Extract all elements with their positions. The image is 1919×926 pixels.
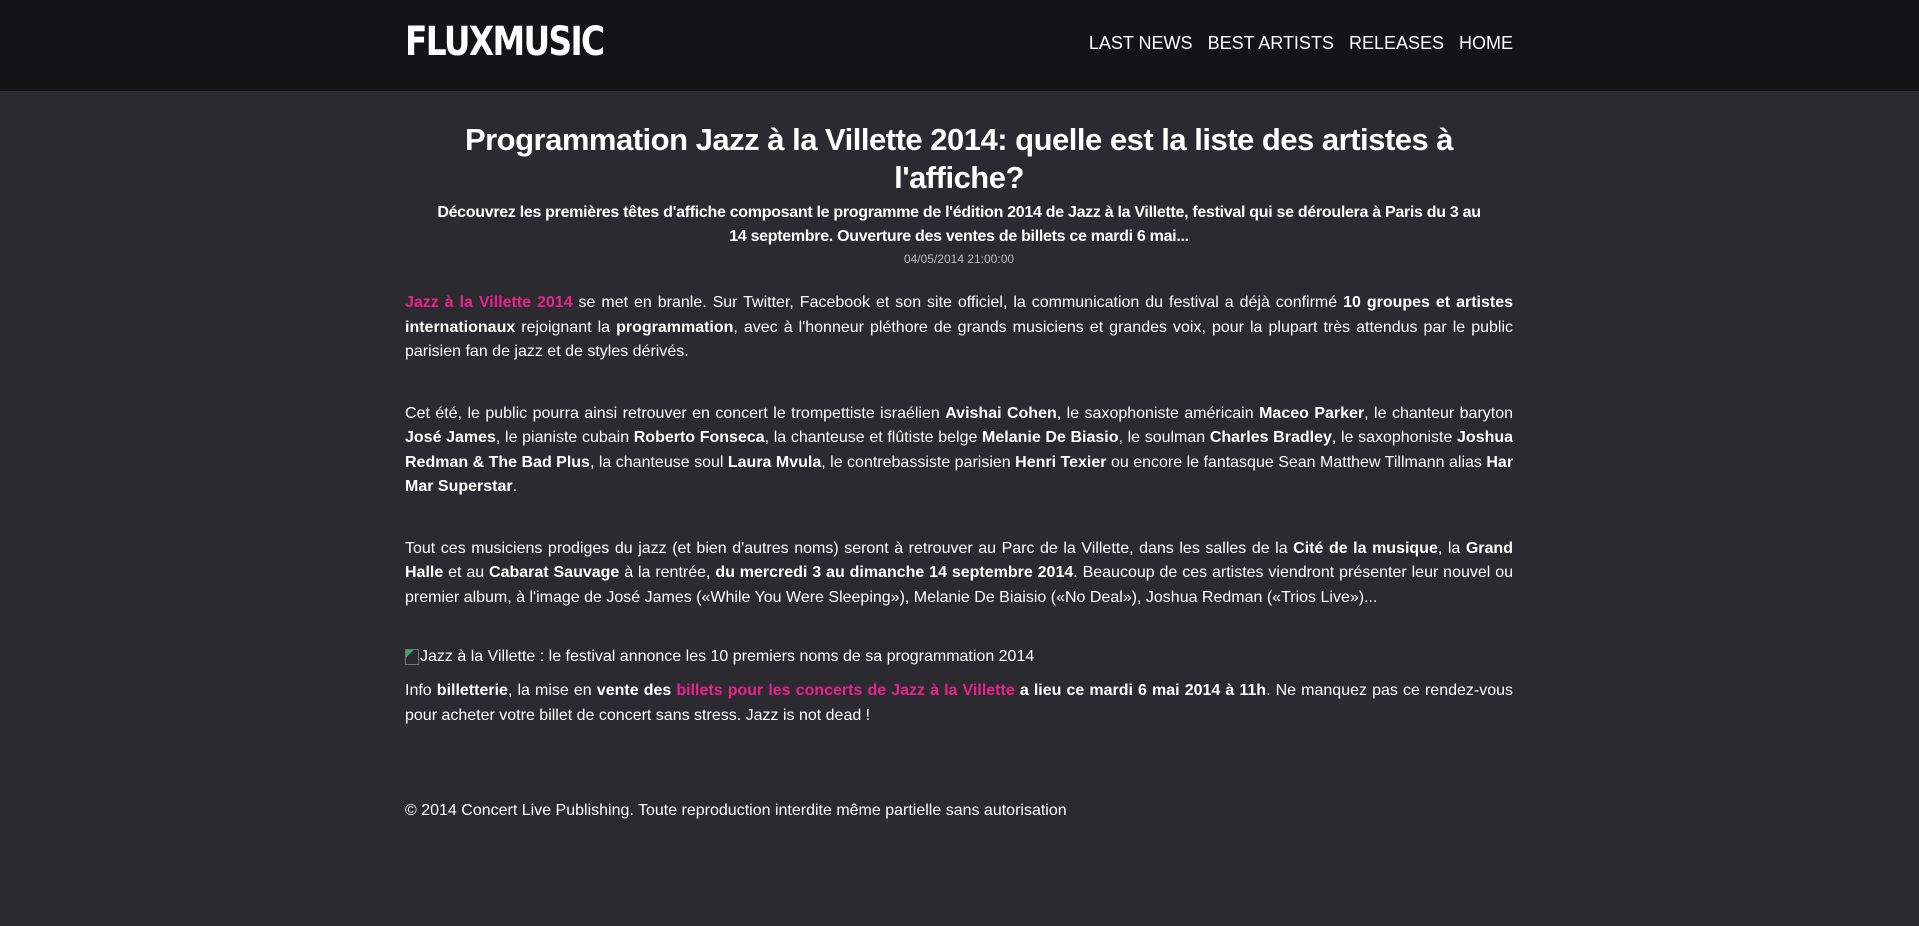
paragraph-venues: Tout ces musiciens prodiges du jazz (et … [405, 539, 1514, 606]
paragraph-artists: Cet été, le public pourra ainsi retrouve… [405, 404, 1514, 496]
article-body: Jazz à la Villette 2014 se met en branle… [405, 291, 1513, 728]
article-subtitle: Découvrez les premières têtes d'affiche … [437, 204, 1481, 245]
jazz-villette-link[interactable]: Jazz à la Villette 2014 [405, 294, 573, 311]
paragraph-intro: Jazz à la Villette 2014 se met en branle… [405, 294, 1514, 360]
tickets-link[interactable]: billets pour les concerts de Jazz à la V… [676, 682, 1014, 699]
article-title: Programmation Jazz à la Villette 2014: q… [464, 122, 1454, 195]
paragraph-tickets: Info billetterie, la mise en vente des b… [405, 682, 1514, 724]
nav-home[interactable]: HOME [1459, 31, 1513, 55]
site-header: FLUXMUSIC LAST NEWS BEST ARTISTS RELEASE… [0, 0, 1919, 91]
nav-releases[interactable]: RELEASES [1349, 31, 1444, 55]
article-date: 04/05/2014 21:00:00 [903, 252, 1015, 266]
main-nav: LAST NEWS BEST ARTISTS RELEASES HOME [1089, 31, 1513, 55]
site-logo[interactable]: FLUXMUSIC [405, 18, 605, 66]
footer-copyright: © 2014 Concert Live Publishing. Toute re… [405, 802, 1067, 819]
nav-last-news[interactable]: LAST NEWS [1089, 31, 1193, 55]
festival-image: Jazz à la Villette : le festival annonce… [405, 647, 1513, 667]
broken-image-icon [405, 649, 419, 665]
image-alt-text: Jazz à la Villette : le festival annonce… [420, 648, 1035, 665]
nav-best-artists[interactable]: BEST ARTISTS [1208, 31, 1334, 55]
article: Programmation Jazz à la Villette 2014: q… [405, 91, 1513, 821]
